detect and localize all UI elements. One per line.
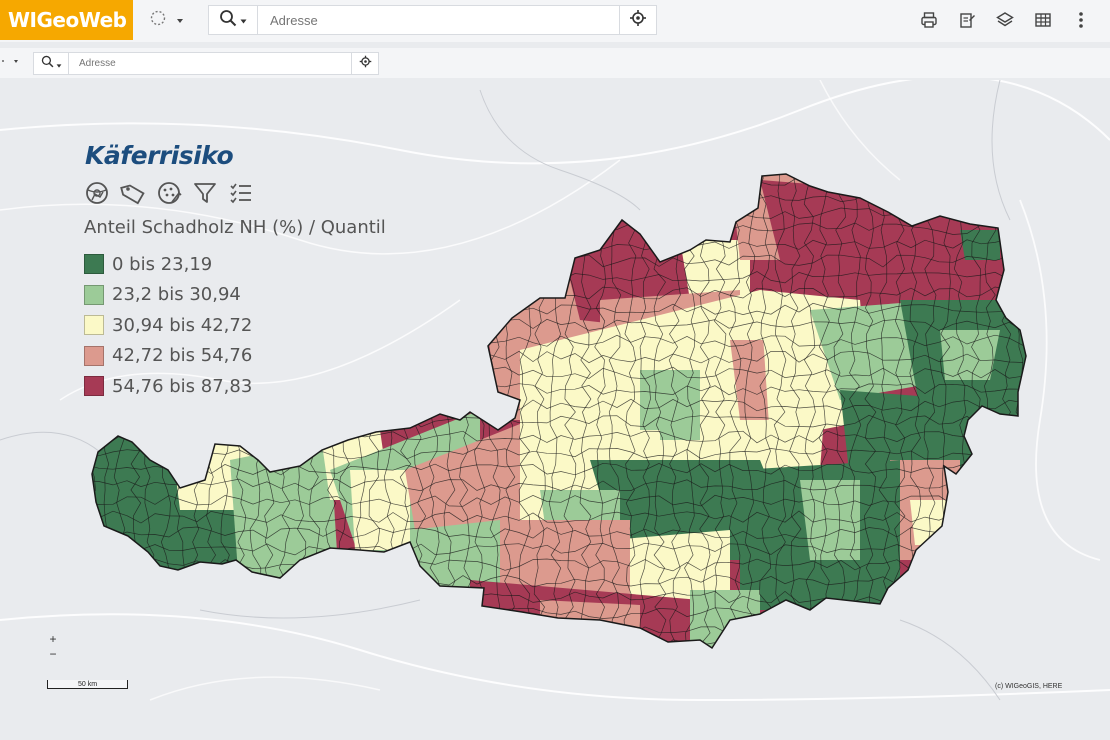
legend-item-label: 0 bis 23,19 [112, 253, 213, 275]
secondary-address-search [33, 52, 379, 75]
address-search [208, 5, 657, 35]
scale-bar: 50 km [47, 680, 128, 689]
crosshair-icon [359, 55, 372, 73]
legend-item-label: 54,76 bis 87,83 [112, 375, 253, 397]
region-zillertal [350, 470, 410, 550]
legend-item: 0 bis 23,19 [84, 249, 252, 280]
selection-circle-icon [150, 10, 166, 31]
legend-title: Käferrisiko [85, 141, 234, 170]
legend-item: 42,72 bis 54,76 [84, 341, 252, 372]
print-icon[interactable] [910, 10, 948, 30]
search-icon [219, 9, 237, 32]
search-icon [41, 55, 54, 73]
more-vertical-icon[interactable] [1062, 10, 1100, 30]
secondary-search-type-button[interactable] [34, 53, 69, 74]
legend-item-label: 42,72 bis 54,76 [112, 345, 253, 367]
legend-swatch [84, 345, 104, 366]
legend-swatch [84, 284, 104, 305]
crosshair-icon [629, 9, 647, 32]
dotted-circle-icon[interactable] [156, 180, 182, 206]
region-graz-area [800, 480, 860, 560]
region-hollabrunn [960, 230, 1000, 260]
edit-document-icon[interactable] [948, 10, 986, 30]
top-toolbar: WIGeoWeb [0, 0, 1110, 42]
selection-tool-dropdown[interactable] [150, 10, 194, 30]
zoom-control: + − [46, 632, 60, 662]
legend-swatch [84, 254, 104, 275]
legend-swatch [84, 376, 104, 397]
layers-icon[interactable] [986, 10, 1024, 30]
table-icon[interactable] [1024, 10, 1062, 30]
tag-icon[interactable] [120, 180, 146, 206]
list-settings-icon[interactable] [228, 180, 254, 206]
secondary-locate-button[interactable] [351, 53, 378, 74]
locate-button[interactable] [619, 6, 656, 34]
legend-item-label: 23,2 bis 30,94 [112, 284, 241, 306]
secondary-address-search-input[interactable] [69, 52, 351, 75]
search-type-button[interactable] [209, 6, 258, 34]
legend-item: 54,76 bis 87,83 [84, 371, 252, 402]
map-attribution: (c) WIGeoGIS, HERE [995, 683, 1063, 690]
legend-swatch [84, 315, 104, 336]
legend-classes: 0 bis 23,19 23,2 bis 30,94 30,94 bis 42,… [84, 249, 252, 402]
chevron-down-icon [240, 11, 247, 29]
legend-toolbar [84, 180, 254, 206]
legend-subtitle: Anteil Schadholz NH (%) / Quantil [84, 217, 386, 238]
right-toolbar [910, 10, 1100, 30]
legend-item-label: 30,94 bis 42,72 [112, 314, 253, 336]
choropleth-map[interactable] [0, 80, 1110, 740]
globe-gear-icon[interactable] [84, 180, 110, 206]
legend-item: 23,2 bis 30,94 [84, 280, 252, 311]
chevron-down-icon[interactable] [0, 56, 24, 68]
legend-item: 30,94 bis 42,72 [84, 310, 252, 341]
address-search-input[interactable] [258, 5, 619, 35]
chevron-down-icon [176, 11, 184, 29]
filter-icon[interactable] [192, 180, 218, 206]
zoom-out-button[interactable]: − [46, 647, 60, 662]
zoom-in-button[interactable]: + [46, 632, 60, 647]
chevron-down-icon [56, 55, 62, 73]
app-logo[interactable]: WIGeoWeb [0, 0, 133, 40]
region-gmunden [660, 410, 700, 440]
